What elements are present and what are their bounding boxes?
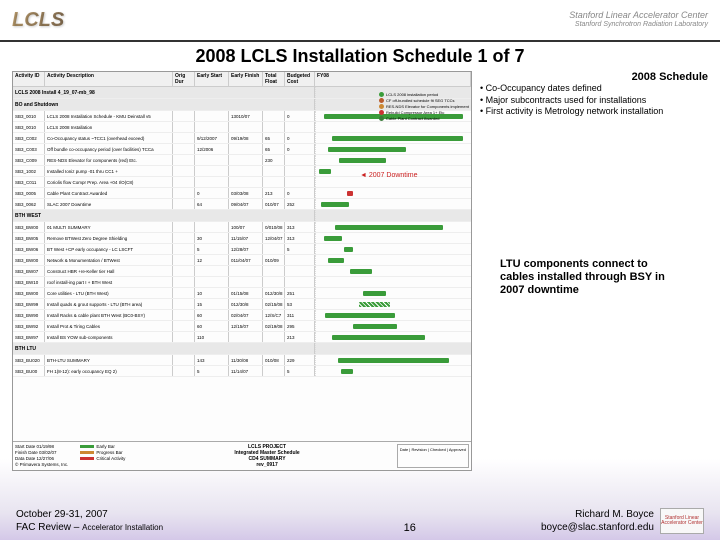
anno-list: • Co-Occupancy dates defined• Major subc… (480, 83, 708, 118)
legend-item: Rebuild Compressor Area 1+ Etc (379, 110, 469, 115)
annotations: 2008 Schedule • Co-Occupancy dates defin… (480, 71, 708, 471)
content: Activity ID Activity Description Orig Du… (0, 67, 720, 475)
chart-footer: Start Date 01/19/98 Finish Date 03/02/07… (13, 441, 471, 470)
table-row: SB3_BW00 Network & Monumentation / BTWes… (13, 255, 471, 266)
chart-header: Activity ID Activity Description Orig Du… (13, 72, 471, 87)
legend-item: Cable Plant Contract Awarded (379, 116, 469, 121)
legend-item: CF off-bundled schedule fit SEG TCCs (379, 98, 469, 103)
chart-body: LCLS 2008 Install 4_19_07-mb_98BO and Sh… (13, 87, 471, 377)
slac-logo-icon: Stanford Linear Accelerator Center (660, 508, 704, 534)
footer-right: Richard M. Boyce boyce@slac.stanford.edu… (541, 508, 704, 534)
slide-footer: October 29-31, 2007 FAC Review – Acceler… (0, 508, 720, 534)
org-line1: Stanford Linear Accelerator Center (569, 10, 708, 21)
legend-item: LCLS 2008 installation period (379, 92, 469, 97)
callout-2007-downtime: ◄ 2007 Downtime (360, 172, 418, 179)
table-row: SB3_BW07 Construct HBR +re-Keller tier H… (13, 266, 471, 277)
table-row: SB3_0005 Cable Plant Contract Awarded 0 … (13, 188, 471, 199)
table-row: SB3_BW92 Install Prot & Tiring Cables 60… (13, 321, 471, 332)
header-org: Stanford Linear Accelerator Center Stanf… (569, 10, 708, 29)
table-row: SB3_BU00 FH 1(8-12): early occupancy EQ … (13, 366, 471, 377)
table-row: SB3_BW99 Install quads & grout supports … (13, 299, 471, 310)
data-date: 12/27/06 (37, 456, 55, 461)
table-row: SB3_BW05 Remove BTWest Zero Degree Shiel… (13, 233, 471, 244)
anno-bullet: • Co-Occupancy dates defined (480, 83, 708, 95)
col-es: Early Start (195, 72, 229, 86)
author-name: Richard M. Boyce (541, 508, 654, 521)
anno-bullet: • First activity is Metrology network in… (480, 106, 708, 118)
gantt-legend-right: LCLS 2008 installation periodCF off-bund… (379, 92, 469, 122)
lcls-logo: LCLS (12, 9, 64, 32)
legend-item: Early Bar (80, 444, 125, 449)
legend-item: Critical Activity (80, 456, 125, 461)
org-line2: Stanford Synchrotron Radiation Laborator… (569, 21, 708, 29)
table-row: SB3_C003 Off bundle co-occupancy period … (13, 144, 471, 155)
footer-author: Richard M. Boyce boyce@slac.stanford.edu (541, 508, 654, 534)
author-email: boyce@slac.stanford.edu (541, 521, 654, 534)
col-ef: Early Finish (229, 72, 263, 86)
legend-item: RES-NDS Elevator for Components implemen… (379, 104, 469, 109)
project-title: LCLS PROJECT Integrated Master Schedule … (137, 444, 396, 468)
data-date-label: Data Date (15, 456, 35, 461)
table-row: SB3_BU020 BTH-LTU SUMMARY 143 11/30/08 0… (13, 355, 471, 366)
table-row: SB3_BW00 Core utilities - LTU (BTH West)… (13, 288, 471, 299)
footer-left: October 29-31, 2007 FAC Review – Acceler… (16, 508, 279, 534)
slide: LCLS Stanford Linear Accelerator Center … (0, 0, 720, 540)
copyright: © Primavera Systems, Inc. (15, 462, 68, 467)
approval-block: Date | Revision | Checked | Approved (397, 444, 469, 468)
anno-bullet: • Major subcontracts used for installati… (480, 95, 708, 107)
start-date-label: Start Date (15, 444, 35, 449)
finish-date-label: Finish Date (15, 450, 38, 455)
footer-review: FAC Review – Accelerator Installation (16, 521, 279, 534)
table-row: SB3_C002 Co-Occupancy status ~TCC1 (over… (13, 133, 471, 144)
table-row: SB3_BW97 Install BS YOW sub-components 1… (13, 332, 471, 343)
table-row: SB3_BW06 BT West +CP early occupancy - L… (13, 244, 471, 255)
slide-title: 2008 LCLS Installation Schedule 1 of 7 (0, 46, 720, 67)
anno-title: 2008 Schedule (480, 71, 708, 83)
table-row: SB3_BW00 01 MULTI SUMMARY 100/07 0/010/0… (13, 222, 471, 233)
footer-dates: Start Date 01/19/98 Finish Date 03/02/07… (15, 444, 68, 468)
table-row: SB3_C009 RES-NDS Elevator for components… (13, 155, 471, 166)
col-bc: Budgeted Cost (285, 72, 315, 86)
start-date: 01/19/98 (37, 444, 55, 449)
col-od: Orig Dur (173, 72, 195, 86)
table-row: SB3_0062 SLAC 2007 Downtime 64 09/04/07 … (13, 199, 471, 210)
header-bar: LCLS Stanford Linear Accelerator Center … (0, 0, 720, 42)
finish-date: 03/02/07 (39, 450, 57, 455)
anno-ltu: LTU components connect to cables install… (500, 258, 670, 298)
table-row: SB3_BW90 Install Racks & cable plant BTH… (13, 310, 471, 321)
legend-item: Progress Bar (80, 450, 125, 455)
footer-legend: Early BarProgress BarCritical Activity (80, 444, 125, 468)
col-id: Activity ID (13, 72, 45, 86)
anno-schedule: 2008 Schedule • Co-Occupancy dates defin… (480, 71, 708, 118)
page-number: 16 (279, 522, 542, 534)
section-row: BTH LTU (13, 343, 471, 355)
table-row: SB3_0010 LCLS 2008 Installation (13, 122, 471, 133)
table-row: SB3_BW10 roof install-ing part I + BTH W… (13, 277, 471, 288)
col-desc: Activity Description (45, 72, 173, 86)
footer-date: October 29-31, 2007 (16, 508, 279, 521)
col-tf: Total Float (263, 72, 285, 86)
col-gantt: FY08 (315, 72, 471, 86)
section-row: BTH WEST (13, 210, 471, 222)
gantt-chart: Activity ID Activity Description Orig Du… (12, 71, 472, 471)
